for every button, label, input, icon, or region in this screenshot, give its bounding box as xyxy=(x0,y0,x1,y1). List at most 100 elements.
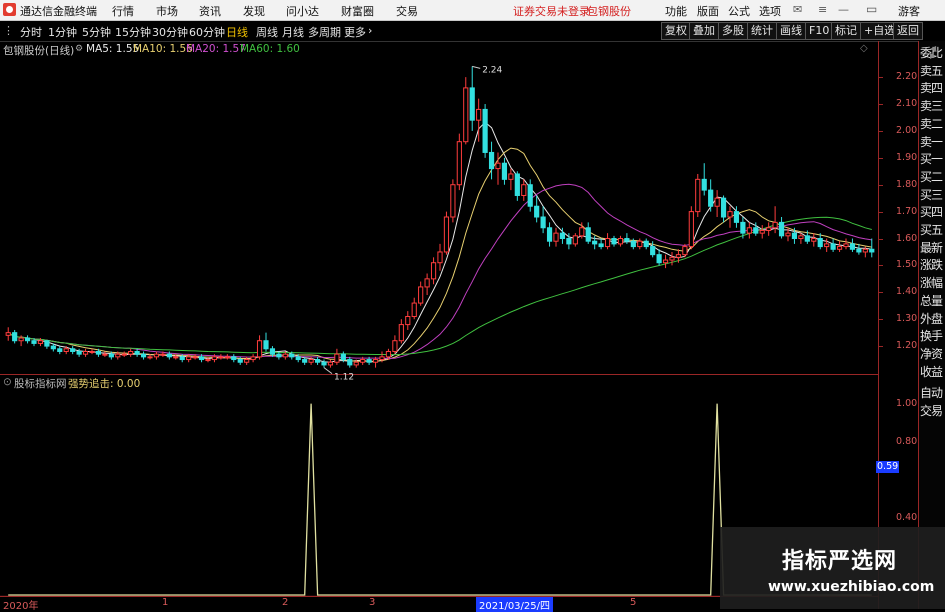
menu-discover[interactable]: 发现 xyxy=(243,3,265,19)
quote-panel-label[interactable]: 收益 xyxy=(920,363,945,380)
quote-panel-label[interactable]: 交易 xyxy=(920,402,945,419)
candle-body xyxy=(102,353,108,356)
quote-panel-label[interactable]: 卖四 xyxy=(920,79,945,96)
quote-panel-label[interactable]: 买三 xyxy=(920,186,945,203)
quote-panel-label[interactable]: 涨幅 xyxy=(920,274,945,291)
candle-body xyxy=(463,87,469,143)
menu-options[interactable]: 选项 xyxy=(759,3,781,19)
quote-panel-label[interactable]: 自动 xyxy=(920,384,945,401)
menu-market[interactable]: 市场 xyxy=(156,3,178,19)
toolbar-grip-icon: ⋮ xyxy=(3,24,14,37)
candle-body xyxy=(482,108,488,153)
menu-icon[interactable]: ≡ xyxy=(818,3,827,16)
message-icon[interactable]: ✉ xyxy=(793,3,802,16)
price-tick-label: 1.40 xyxy=(896,286,918,298)
back-button[interactable]: 返回 xyxy=(893,22,923,40)
menu-wealth-circle[interactable]: 财富圈 xyxy=(341,3,374,19)
candle-body xyxy=(186,356,192,361)
indicator-tick-label: 1.00 xyxy=(896,397,918,409)
adjust-button[interactable]: 复权 xyxy=(661,22,691,40)
candle-body xyxy=(18,337,24,342)
overlay-button[interactable]: 叠加 xyxy=(689,22,719,40)
tab-period-more[interactable]: 更多 xyxy=(344,24,366,40)
candle-body xyxy=(385,350,392,358)
candle-body xyxy=(224,356,230,359)
menu-formula[interactable]: 公式 xyxy=(728,3,750,19)
tab-period-weekly[interactable]: 周线 xyxy=(256,24,278,40)
candle-body xyxy=(89,350,95,353)
login-notice[interactable]: 证券交易未登录 xyxy=(513,3,590,19)
minimize-icon[interactable]: — xyxy=(838,3,849,16)
menu-function[interactable]: 功能 xyxy=(665,3,687,19)
panel-collapse-icon[interactable]: ◀ ▶ xyxy=(930,45,936,60)
menu-trade[interactable]: 交易 xyxy=(396,3,418,19)
candle-body xyxy=(424,278,430,288)
menu-assistant[interactable]: 问小达 xyxy=(286,3,319,19)
tab-period-15min[interactable]: 15分钟 xyxy=(115,24,151,40)
tab-period-monthly[interactable]: 月线 xyxy=(282,24,304,40)
tab-period-multi[interactable]: 多周期 xyxy=(308,24,341,40)
tab-period-1min[interactable]: 1分钟 xyxy=(48,24,77,40)
candle-body xyxy=(289,353,295,358)
quote-panel-label[interactable]: 涨跌 xyxy=(920,256,945,273)
guest-label[interactable]: 游客 xyxy=(898,3,920,19)
multi-stock-button[interactable]: 多股 xyxy=(718,22,748,40)
candle-body xyxy=(695,178,701,213)
window-mode-icon[interactable]: ▭ xyxy=(866,2,877,16)
draw-line-button[interactable]: 画线 xyxy=(776,22,806,40)
menu-news[interactable]: 资讯 xyxy=(199,3,221,19)
candle-body xyxy=(682,246,688,256)
watermark-title: 指标严选网 xyxy=(782,549,898,574)
tab-period-30min[interactable]: 30分钟 xyxy=(152,24,188,40)
chart-canvas[interactable]: 2.24 1.12 xyxy=(0,41,878,596)
price-tick xyxy=(878,211,883,213)
tab-period-5min[interactable]: 5分钟 xyxy=(82,24,111,40)
candle-body xyxy=(624,238,630,242)
candle-body xyxy=(811,238,817,242)
menu-quotes[interactable]: 行情 xyxy=(112,3,134,19)
candle-body xyxy=(44,340,50,347)
quote-panel-label[interactable]: 最新 xyxy=(920,239,945,256)
quote-panel-label[interactable]: 买一 xyxy=(920,150,945,167)
quote-panel-label[interactable]: 外盘 xyxy=(920,310,945,327)
date-cursor-badge: 2021/03/25/四 xyxy=(476,597,554,612)
candle-body xyxy=(869,248,875,253)
quote-panel-label[interactable]: 买五 xyxy=(920,221,945,238)
menu-layout[interactable]: 版面 xyxy=(697,3,719,19)
tab-period-daily[interactable]: 日线 xyxy=(226,24,248,40)
quote-panel-label[interactable]: 卖三 xyxy=(920,97,945,114)
quote-panel-label[interactable]: 换手 xyxy=(920,327,945,344)
candle-body xyxy=(366,359,372,363)
candle-body xyxy=(514,173,520,196)
statistics-button[interactable]: 统计 xyxy=(747,22,777,40)
price-tick-label: 2.10 xyxy=(896,98,918,110)
chevron-right-icon[interactable]: › xyxy=(368,24,372,37)
candle-body xyxy=(534,205,540,218)
f10-button[interactable]: F10 xyxy=(805,22,834,40)
candle-body xyxy=(785,232,791,237)
candle-body xyxy=(630,240,636,248)
candle-body xyxy=(295,356,301,361)
candle-body xyxy=(843,243,849,248)
watermark-box: 指标严选网 www.xuezhibiao.com xyxy=(720,527,945,609)
mark-button[interactable]: 标记 xyxy=(831,22,861,40)
price-tick-label: 1.70 xyxy=(896,205,918,217)
low-marker-label: 1.12 xyxy=(334,373,354,383)
quote-panel-label[interactable]: 净资 xyxy=(920,345,945,362)
tab-period-timeshare[interactable]: 分时 xyxy=(20,24,42,40)
quote-panel-label[interactable]: 总量 xyxy=(920,292,945,309)
price-tick-label: 2.00 xyxy=(896,124,918,136)
candle-body xyxy=(121,353,127,356)
candle-body xyxy=(321,361,327,366)
date-label-month5: 5 xyxy=(630,597,637,608)
quote-panel-label[interactable]: 买二 xyxy=(920,168,945,185)
candle-body xyxy=(778,221,785,237)
quote-panel-label[interactable]: 卖五 xyxy=(920,62,945,79)
candle-body xyxy=(82,350,89,355)
quote-panel-label[interactable]: 卖二 xyxy=(920,115,945,132)
indicator-tick-label: 0.40 xyxy=(896,512,918,524)
candle-body xyxy=(108,353,114,358)
quote-panel-label[interactable]: 卖一 xyxy=(920,133,945,150)
tab-period-60min[interactable]: 60分钟 xyxy=(189,24,225,40)
quote-panel-label[interactable]: 买四 xyxy=(920,203,945,220)
